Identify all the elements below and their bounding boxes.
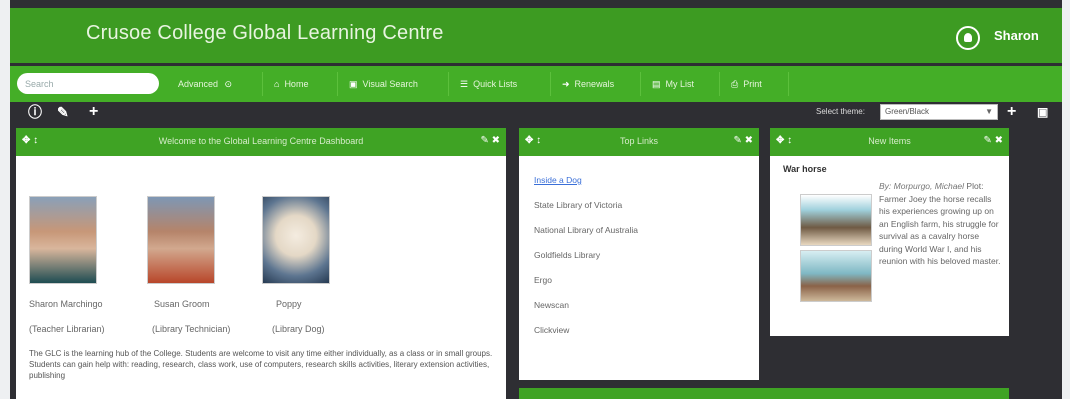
advanced-search-button[interactable]: Advanced ⊙ (178, 66, 237, 102)
nav-divider (337, 72, 338, 96)
book-summary: Plot: Farmer Joey the horse recalls his … (879, 181, 1001, 266)
book-cover-image[interactable] (800, 250, 872, 302)
top-links-panel: ✥ ↕ Top Links ✎ ✖ Inside a Dog State Lib… (519, 128, 759, 380)
top-link[interactable]: Inside a Dog (534, 175, 582, 185)
top-link[interactable]: Ergo (534, 275, 552, 285)
staff-name: Sharon Marchingo (29, 299, 103, 309)
edit-icon[interactable]: ✎ (57, 104, 69, 120)
lower-panel-header (519, 388, 1009, 399)
nav-divider (448, 72, 449, 96)
close-icon[interactable]: ✖ (745, 135, 753, 146)
app-header: Crusoe College Global Learning Centre Sh… (10, 8, 1062, 63)
search-input[interactable] (17, 73, 159, 94)
panel-title: New Items (868, 136, 911, 146)
panel-header: ✥ ↕ Welcome to the Global Learning Centr… (16, 128, 506, 156)
staff-name: Susan Groom (154, 299, 210, 309)
panel-controls: ✎ ✖ (983, 135, 1003, 146)
top-link[interactable]: Newscan (534, 300, 569, 310)
panel-header: ✥ ↕ Top Links ✎ ✖ (519, 128, 759, 156)
nav-print[interactable]: ⎙ Print (731, 66, 762, 102)
user-icon[interactable] (956, 26, 980, 50)
top-link[interactable]: Goldfields Library (534, 250, 600, 260)
panel-header: ✥ ↕ New Items ✎ ✖ (770, 128, 1009, 156)
edit-icon[interactable]: ✎ (480, 135, 488, 146)
nav-my-list-label: My List (665, 79, 695, 89)
top-link[interactable]: National Library of Australia (534, 225, 638, 235)
close-icon[interactable]: ✖ (995, 135, 1003, 146)
nav-home[interactable]: ⌂ Home (274, 66, 308, 102)
new-items-panel: ✥ ↕ New Items ✎ ✖ War horse By: Morpurgo… (770, 128, 1009, 336)
dashboard-frame: Crusoe College Global Learning Centre Sh… (10, 0, 1062, 399)
nav-divider (719, 72, 720, 96)
book-author: By: Morpurgo, Michael (879, 181, 965, 191)
nav-quick-lists-label: Quick Lists (473, 79, 518, 89)
advanced-label: Advanced (178, 79, 219, 89)
book-cover-image[interactable] (800, 194, 872, 246)
panel-controls: ✎ ✖ (480, 135, 500, 146)
add-widget-icon[interactable]: + (89, 104, 98, 120)
edit-icon[interactable]: ✎ (983, 135, 991, 146)
my-list-icon: ▤ (652, 79, 661, 89)
edit-icon[interactable]: ✎ (733, 135, 741, 146)
app-title: Crusoe College Global Learning Centre (86, 22, 444, 44)
nav-my-list[interactable]: ▤ My List (652, 66, 694, 102)
nav-home-label: Home (284, 79, 309, 89)
nav-divider (262, 72, 263, 96)
nav-print-label: Print (743, 79, 762, 89)
nav-divider (788, 72, 789, 96)
theme-select[interactable]: Green/Black ▼ (880, 104, 998, 120)
panel-title: Top Links (619, 136, 659, 146)
user-name[interactable]: Sharon (994, 28, 1039, 43)
chevron-down-icon: ▼ (985, 107, 993, 116)
theme-select-value: Green/Black (885, 107, 930, 116)
nav-divider (640, 72, 641, 96)
list-icon: ☰ (460, 79, 469, 89)
print-icon: ⎙ (731, 79, 739, 89)
nav-visual-search-label: Visual Search (362, 79, 418, 89)
staff-photo-susan (147, 196, 215, 284)
move-icon[interactable]: ✥ ↕ (22, 135, 38, 146)
panel-controls: ✎ ✖ (733, 135, 753, 146)
nav-visual-search[interactable]: ▣ Visual Search (349, 66, 418, 102)
theme-label: Select theme: (816, 107, 865, 116)
book-title[interactable]: War horse (783, 164, 827, 174)
staff-role: (Teacher Librarian) (29, 324, 105, 334)
top-link[interactable]: State Library of Victoria (534, 200, 622, 210)
top-link[interactable]: Clickview (534, 325, 569, 335)
nav-quick-lists[interactable]: ☰ Quick Lists (460, 66, 517, 102)
nav-renewals[interactable]: ➜ Renewals (562, 66, 614, 102)
staff-name: Poppy (276, 299, 302, 309)
staff-photo-poppy (262, 196, 330, 284)
nav-divider (550, 72, 551, 96)
nav-renewals-label: Renewals (574, 79, 615, 89)
move-icon[interactable]: ✥ ↕ (776, 135, 792, 146)
staff-photo-sharon (29, 196, 97, 284)
add-icon[interactable]: + (1007, 104, 1016, 120)
arrow-icon: ➜ (562, 79, 570, 89)
save-icon[interactable]: ▣ (1037, 104, 1048, 120)
image-icon: ▣ (349, 79, 358, 89)
home-icon: ⌂ (274, 79, 280, 89)
panel-title: Welcome to the Global Learning Centre Da… (158, 136, 364, 146)
dashboard-toolbar: ⓘ ✎ + Select theme: Green/Black ▼ + ▣ (10, 102, 1062, 124)
welcome-panel: ✥ ↕ Welcome to the Global Learning Centr… (16, 128, 506, 399)
navbar: Advanced ⊙ ⌂ Home ▣ Visual Search ☰ Quick L… (10, 66, 1062, 102)
intro-text: The GLC is the learning hub of the Colle… (29, 349, 493, 380)
info-icon[interactable]: ⓘ (28, 104, 42, 120)
staff-role: (Library Dog) (272, 324, 325, 334)
close-icon[interactable]: ✖ (492, 135, 500, 146)
move-icon[interactable]: ✥ ↕ (525, 135, 541, 146)
chevron-circle-icon: ⊙ (224, 79, 233, 89)
staff-role: (Library Technician) (152, 324, 231, 334)
